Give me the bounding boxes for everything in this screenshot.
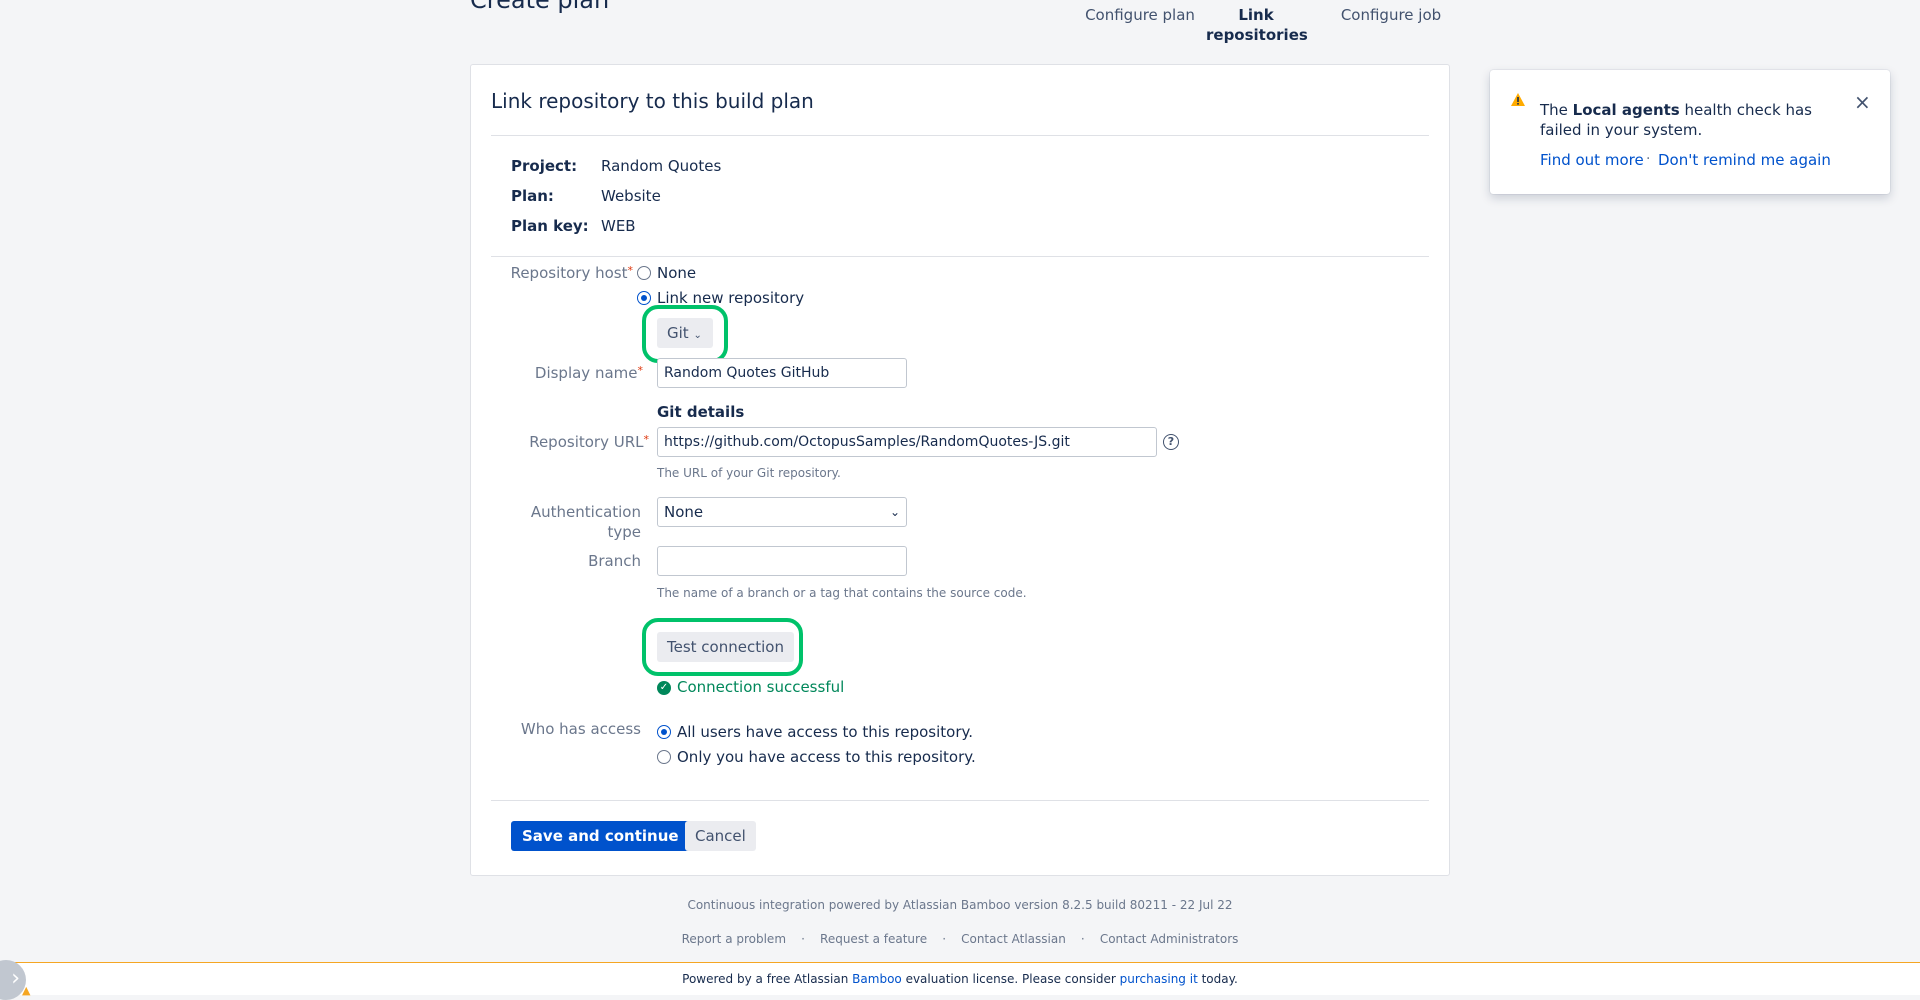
panel-title: Link repository to this build plan xyxy=(491,89,814,113)
step-configure-plan[interactable]: Configure plan xyxy=(1080,5,1200,25)
bamboo-link[interactable]: Bamboo xyxy=(852,972,902,986)
powered-by-text: Continuous integration powered by Atlass… xyxy=(687,898,1233,912)
display-name-label: Display name* xyxy=(534,364,643,382)
repository-url-label: Repository URL* xyxy=(529,433,649,451)
wizard-steps: Configure plan Link repositories Configu… xyxy=(1080,5,1450,45)
step-link-repositories[interactable]: Link repositories xyxy=(1206,5,1308,45)
test-connection-button[interactable]: Test connection xyxy=(657,632,794,662)
chevron-down-icon: ⌄ xyxy=(693,330,702,341)
radio-all-users-label: All users have access to this repository… xyxy=(677,723,973,741)
divider xyxy=(491,800,1429,801)
authentication-type-value: None xyxy=(664,503,704,521)
repository-type-dropdown[interactable]: Git ⌄ xyxy=(657,318,713,348)
check-circle-icon: ✓ xyxy=(657,681,671,695)
dont-remind-link[interactable]: Don't remind me again xyxy=(1658,151,1831,169)
radio-none-label: None xyxy=(657,264,697,282)
branch-hint: The name of a branch or a tag that conta… xyxy=(657,586,1027,600)
footer-links: Report a problem · Request a feature · C… xyxy=(0,928,1920,947)
repository-type-label: Git xyxy=(667,324,689,342)
repository-url-input[interactable]: https://github.com/OctopusSamples/Random… xyxy=(657,427,1157,457)
plan-label: Plan: xyxy=(511,187,554,205)
license-text: Powered by a free Atlassian Bamboo evalu… xyxy=(682,972,1238,986)
radio-only-you[interactable] xyxy=(657,750,671,764)
divider xyxy=(491,256,1429,257)
plan-key-label: Plan key: xyxy=(511,217,589,235)
flag-message: The Local agents health check has failed… xyxy=(1540,101,1812,139)
contact-atlassian-link[interactable]: Contact Atlassian xyxy=(961,932,1066,946)
radio-all-users[interactable] xyxy=(657,725,671,739)
page-title: Create plan xyxy=(470,0,610,14)
health-check-flag: The Local agents health check has failed… xyxy=(1490,70,1890,194)
cancel-button[interactable]: Cancel xyxy=(685,821,756,851)
project-label: Project: xyxy=(511,157,578,175)
branch-input[interactable] xyxy=(657,546,907,576)
link-repository-panel: Link repository to this build plan Proje… xyxy=(470,64,1450,876)
project-value: Random Quotes xyxy=(601,157,722,175)
help-icon[interactable]: ? xyxy=(1163,434,1179,450)
who-has-access-label: Who has access xyxy=(520,720,641,738)
purchasing-link[interactable]: purchasing it xyxy=(1120,972,1198,986)
contact-administrators-link[interactable]: Contact Administrators xyxy=(1100,932,1239,946)
branch-label: Branch xyxy=(588,552,641,570)
request-feature-link[interactable]: Request a feature xyxy=(820,932,927,946)
separator: · xyxy=(1080,932,1085,946)
plan-value: Website xyxy=(601,187,661,205)
plan-key-value: WEB xyxy=(601,217,636,235)
git-details-heading: Git details xyxy=(657,403,745,421)
close-icon[interactable]: × xyxy=(1854,90,1871,114)
separator: · xyxy=(801,932,805,946)
report-problem-link[interactable]: Report a problem xyxy=(682,932,786,946)
warning-icon xyxy=(1510,92,1526,112)
radio-none[interactable] xyxy=(637,266,651,280)
authentication-type-label: Authentication type xyxy=(530,503,641,541)
display-name-input[interactable]: Random Quotes GitHub xyxy=(657,358,907,388)
separator: · xyxy=(1646,151,1651,167)
save-and-continue-button[interactable]: Save and continue xyxy=(511,821,690,851)
separator: · xyxy=(942,932,947,946)
divider xyxy=(491,135,1429,136)
authentication-type-select[interactable]: None ⌄ xyxy=(657,497,907,527)
radio-link-new-repository[interactable] xyxy=(637,291,651,305)
chevron-down-icon: ⌄ xyxy=(889,505,900,519)
find-out-more-link[interactable]: Find out more xyxy=(1540,151,1644,169)
step-configure-job[interactable]: Configure job xyxy=(1334,5,1448,25)
repository-host-label: Repository host* xyxy=(510,264,633,282)
connection-status: Connection successful xyxy=(677,678,845,696)
license-bar: Powered by a free Atlassian Bamboo evalu… xyxy=(0,962,1920,995)
warning-icon: ▲ xyxy=(22,984,31,997)
radio-only-you-label: Only you have access to this repository. xyxy=(677,748,976,766)
repository-url-hint: The URL of your Git repository. xyxy=(657,466,841,480)
